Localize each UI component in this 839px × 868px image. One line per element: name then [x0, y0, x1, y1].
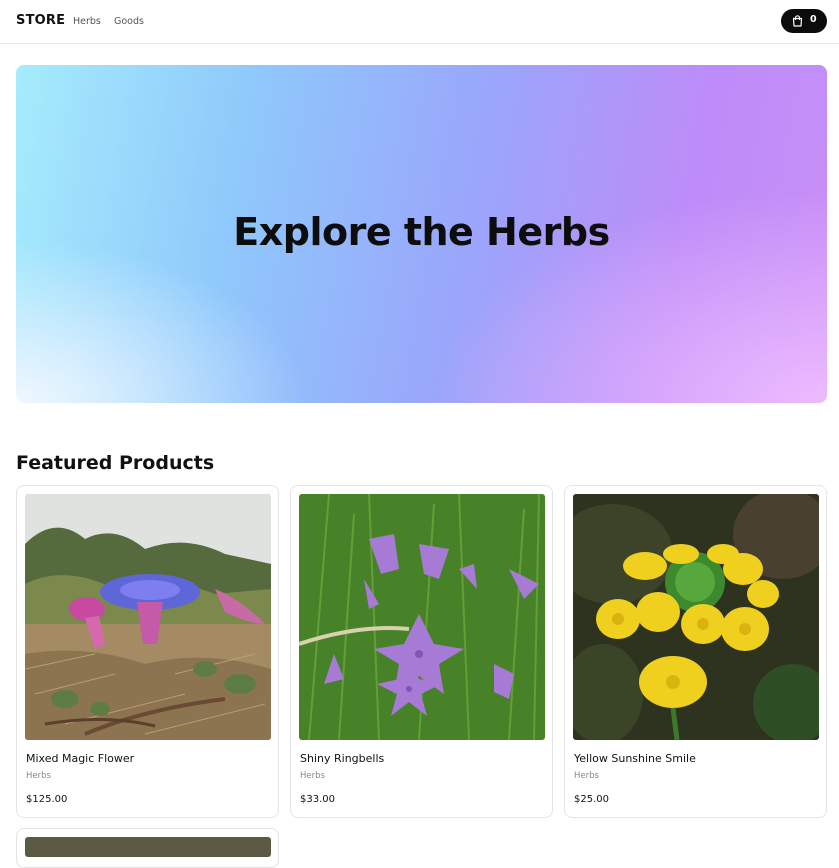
shopping-bag-icon	[792, 15, 803, 27]
store-logo[interactable]: STORE	[16, 13, 65, 28]
product-card-yellow-sunshine-smile[interactable]: Yellow Sunshine Smile Herbs $25.00	[564, 485, 827, 818]
product-card-partial[interactable]	[16, 828, 279, 868]
featured-products-heading: Featured Products	[16, 452, 215, 474]
cart-button[interactable]: 0	[781, 9, 827, 33]
product-name[interactable]: Mixed Magic Flower	[26, 752, 134, 765]
top-navigation-bar: STORE Herbs Goods 0	[0, 0, 839, 44]
product-image[interactable]	[573, 494, 819, 740]
product-category: Herbs	[574, 771, 599, 781]
product-card-mixed-magic-flower[interactable]: Mixed Magic Flower Herbs $125.00	[16, 485, 279, 818]
product-image[interactable]	[299, 494, 545, 740]
product-image[interactable]	[25, 837, 271, 857]
product-category: Herbs	[300, 771, 325, 781]
cart-count-badge: 0	[810, 14, 817, 25]
product-category: Herbs	[26, 771, 51, 781]
nav-link-herbs[interactable]: Herbs	[73, 16, 101, 27]
flower-photo-illustration	[299, 494, 545, 740]
hero-title: Explore the Herbs	[233, 210, 610, 254]
flower-photo-illustration	[573, 494, 819, 740]
product-name[interactable]: Yellow Sunshine Smile	[574, 752, 696, 765]
product-name[interactable]: Shiny Ringbells	[300, 752, 384, 765]
nav-link-goods[interactable]: Goods	[114, 16, 144, 27]
product-image[interactable]	[25, 494, 271, 740]
product-price: $125.00	[26, 794, 68, 805]
flower-photo-illustration	[25, 494, 271, 740]
product-card-shiny-ringbells[interactable]: Shiny Ringbells Herbs $33.00	[290, 485, 553, 818]
product-price: $33.00	[300, 794, 335, 805]
product-price: $25.00	[574, 794, 609, 805]
hero-banner: Explore the Herbs	[16, 65, 827, 403]
